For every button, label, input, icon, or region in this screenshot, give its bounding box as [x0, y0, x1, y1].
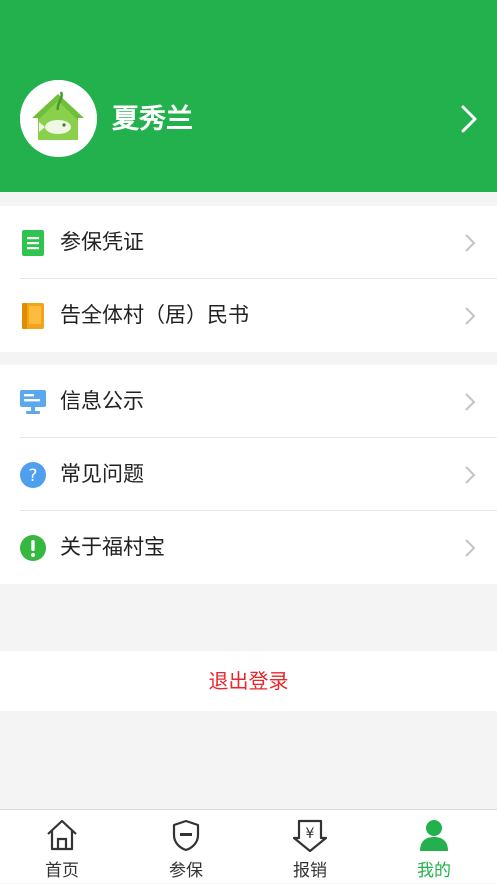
person-icon — [420, 820, 448, 851]
menu-group-2: 信息公示 ? 常见问题 关于福村宝 — [0, 365, 497, 584]
menu-group-1: 参保凭证 告全体村（居）民书 — [0, 206, 497, 352]
menu-item-faq[interactable]: ? 常见问题 — [0, 438, 497, 511]
billboard-icon — [20, 390, 46, 414]
menu-item-label: 参保凭证 — [60, 230, 144, 254]
document-icon — [22, 230, 44, 256]
chevron-right-icon[interactable] — [458, 104, 480, 134]
tab-insurance[interactable]: 参保 — [124, 810, 248, 884]
chevron-right-icon — [465, 539, 476, 557]
profile-header[interactable]: 夏秀兰 — [0, 0, 497, 192]
logout-button[interactable]: 退出登录 — [0, 651, 497, 711]
menu-item-label: 关于福村宝 — [60, 535, 165, 559]
menu-item-label: 告全体村（居）民书 — [60, 303, 249, 327]
tab-label: 参保 — [169, 861, 203, 881]
chevron-right-icon — [465, 234, 476, 252]
tab-bar: 首页 参保 ¥ 报销 我的 — [0, 809, 497, 883]
tab-home[interactable]: 首页 — [0, 810, 124, 884]
yuan-receipt-icon: ¥ — [293, 819, 327, 852]
username: 夏秀兰 — [112, 104, 193, 135]
house-fish-logo-icon — [20, 80, 97, 157]
tab-label: 报销 — [293, 861, 327, 881]
menu-item-insurance-certificate[interactable]: 参保凭证 — [0, 206, 497, 279]
menu-item-about[interactable]: 关于福村宝 — [0, 511, 497, 584]
menu-item-label: 信息公示 — [60, 389, 144, 413]
chevron-right-icon — [465, 466, 476, 484]
chevron-right-icon — [465, 393, 476, 411]
chevron-right-icon — [465, 307, 476, 325]
menu-item-info-publicity[interactable]: 信息公示 — [0, 365, 497, 438]
avatar[interactable] — [20, 80, 97, 157]
tab-reimbursement[interactable]: ¥ 报销 — [248, 810, 372, 884]
tab-mine[interactable]: 我的 — [372, 810, 496, 884]
exclamation-icon — [20, 535, 46, 561]
menu-item-label: 常见问题 — [60, 462, 144, 486]
svg-text:¥: ¥ — [306, 826, 315, 842]
menu-item-notice-letter[interactable]: 告全体村（居）民书 — [0, 279, 497, 352]
home-icon — [47, 819, 77, 851]
question-icon: ? — [20, 462, 46, 488]
tab-label: 我的 — [417, 861, 451, 881]
svg-text:?: ? — [28, 466, 37, 486]
tab-label: 首页 — [45, 861, 79, 881]
shield-icon — [172, 819, 200, 852]
book-icon — [22, 303, 44, 329]
